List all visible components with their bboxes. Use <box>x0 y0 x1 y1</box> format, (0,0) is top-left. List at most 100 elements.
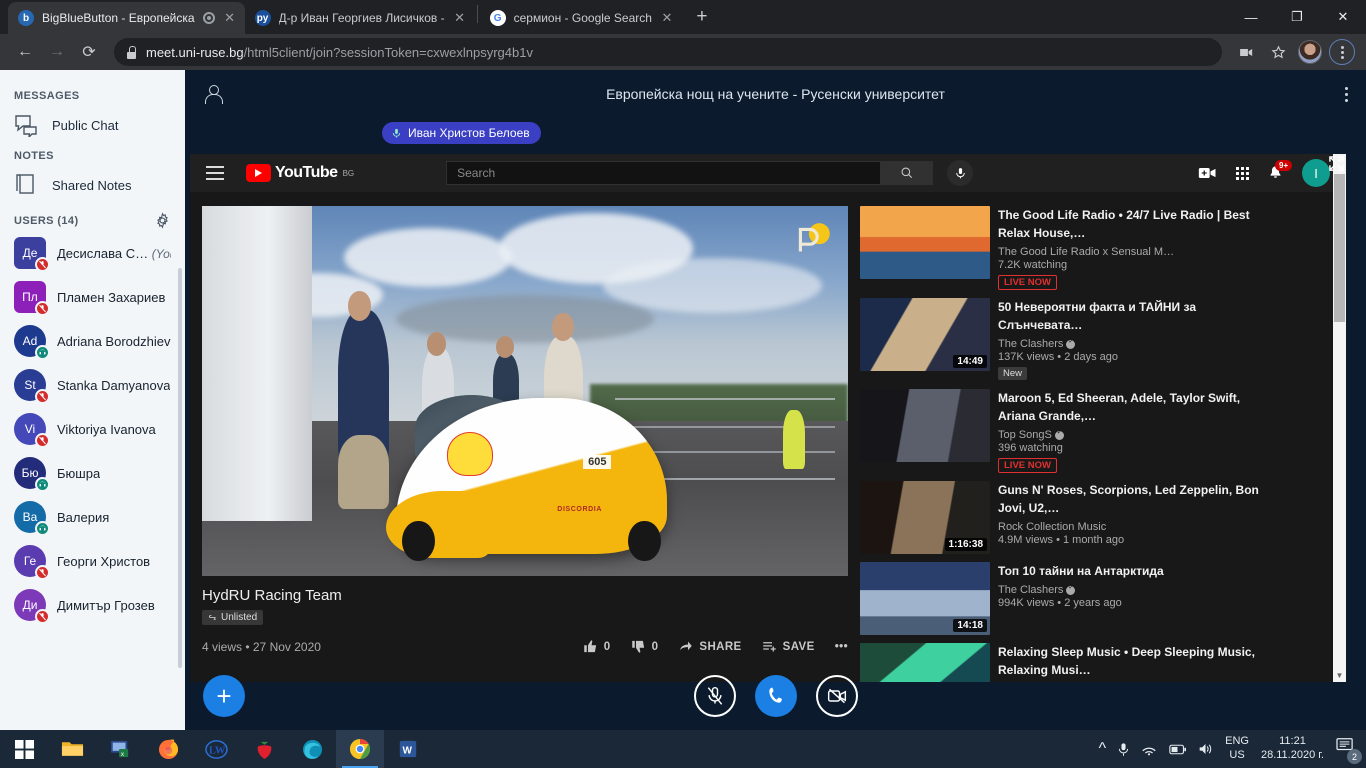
users-scrollbar[interactable] <box>178 268 182 668</box>
list-item[interactable]: 14:49 50 Невероятни факта и ТАЙНИ за Слъ… <box>860 298 1270 381</box>
muted-badge-icon <box>35 609 50 624</box>
recommendation-stats: 7.2K watching <box>998 259 1270 271</box>
list-item[interactable]: Ва Валерия <box>0 495 185 539</box>
list-item[interactable]: 14:18 Топ 10 тайни на Антарктида The Cla… <box>860 562 1270 635</box>
hamburger-menu-icon[interactable] <box>206 166 224 180</box>
recommendation-info: Maroon 5, Ed Sheeran, Adele, Taylor Swif… <box>998 389 1270 473</box>
strawberry-app-button[interactable] <box>240 730 288 768</box>
close-tab-icon[interactable]: ✕ <box>223 10 237 26</box>
notification-count-badge: 2 <box>1347 749 1362 764</box>
bbb-sidebar: MESSAGES Public Chat NOTES Shared Notes … <box>0 70 185 730</box>
video-thumbnail[interactable]: 14:49 <box>860 298 990 371</box>
presentation-stage: Европейска нощ на учените - Русенски уни… <box>185 70 1366 730</box>
list-item[interactable]: Ди Димитър Грозев <box>0 583 185 627</box>
mute-microphone-button[interactable] <box>694 675 736 717</box>
share-camera-button[interactable] <box>816 675 858 717</box>
sidebar-item-public-chat[interactable]: Public Chat <box>0 106 185 144</box>
close-tab-icon[interactable]: ✕ <box>453 10 467 26</box>
voice-search-button[interactable] <box>947 160 973 186</box>
address-bar[interactable]: meet.uni-ruse.bg/html5client/join?sessio… <box>114 38 1222 66</box>
list-item[interactable]: Де Десислава С… (You) <box>0 231 185 275</box>
browser-tab-lisichkov[interactable]: ру Д-р Иван Георгиев Лисичков - ✕ <box>245 2 475 34</box>
microphone-icon <box>954 167 967 180</box>
bookmark-star-icon[interactable] <box>1264 38 1292 66</box>
account-avatar[interactable]: I <box>1302 159 1330 187</box>
maximize-button[interactable]: ❐ <box>1274 0 1320 34</box>
profile-avatar[interactable] <box>1296 38 1324 66</box>
lw-icon: LW <box>205 739 228 760</box>
browser-menu-button[interactable] <box>1328 38 1356 66</box>
like-button[interactable]: 0 <box>583 639 611 654</box>
more-actions-button[interactable]: ••• <box>835 641 848 653</box>
search-button[interactable] <box>881 161 933 185</box>
screenshare-scrollbar[interactable]: ▼ <box>1333 154 1346 682</box>
tab-title: сермион - Google Search <box>514 11 652 25</box>
video-duration: 1:16:38 <box>945 538 987 551</box>
dislike-button[interactable]: 0 <box>631 639 659 654</box>
list-item[interactable]: Vi Viktoriya Ivanova <box>0 407 185 451</box>
word-button[interactable]: W <box>384 730 432 768</box>
share-button[interactable]: SHARE <box>678 639 741 654</box>
windows-logo-icon <box>15 740 34 759</box>
save-button[interactable]: SAVE <box>762 639 815 654</box>
volume-icon[interactable] <box>1198 742 1213 756</box>
leave-audio-button[interactable] <box>755 675 797 717</box>
youtube-logo[interactable]: YouTube BG <box>246 164 354 182</box>
list-item[interactable]: Maroon 5, Ed Sheeran, Adele, Taylor Swif… <box>860 389 1270 473</box>
video-thumbnail[interactable]: 14:18 <box>860 562 990 635</box>
video-meta-row: 4 views • 27 Nov 2020 0 0 <box>202 639 848 654</box>
shell-logo-icon <box>447 432 492 476</box>
scrollbar-thumb[interactable] <box>1334 174 1345 322</box>
close-window-button[interactable]: ✕ <box>1320 0 1366 34</box>
gear-icon[interactable] <box>154 212 171 229</box>
video-thumbnail[interactable] <box>860 389 990 462</box>
firefox-button[interactable] <box>144 730 192 768</box>
language-indicator[interactable]: ENGUS <box>1225 735 1249 763</box>
wifi-icon[interactable] <box>1141 742 1157 756</box>
stage-options-button[interactable] <box>1345 87 1348 102</box>
clock[interactable]: 11:2128.11.2020 г. <box>1261 735 1324 763</box>
avatar: Бю <box>14 457 46 489</box>
verified-icon <box>1066 340 1075 349</box>
list-item[interactable]: Ad Adriana Borodzhieva <box>0 319 185 363</box>
notifications-bell-icon[interactable]: 9+ <box>1267 165 1284 182</box>
uni-ruse-favicon-icon: ру <box>255 10 271 26</box>
video-thumbnail[interactable]: 1:16:38 <box>860 481 990 554</box>
toolbar-icons <box>1232 38 1356 66</box>
close-tab-icon[interactable]: ✕ <box>660 10 674 26</box>
show-hidden-icons-button[interactable]: ^ <box>1099 740 1107 758</box>
browser-tab-bigbluebutton[interactable]: b BigBlueButton - Европейска ✕ <box>8 2 245 34</box>
list-item[interactable]: Ге Георги Христов <box>0 539 185 583</box>
excel-shortcut-button[interactable]: x <box>96 730 144 768</box>
start-button[interactable] <box>0 730 48 768</box>
back-button[interactable]: ← <box>10 37 40 67</box>
sidebar-item-shared-notes[interactable]: Shared Notes <box>0 166 185 204</box>
browser-tab-google-search[interactable]: G сермион - Google Search ✕ <box>480 2 682 34</box>
search-input[interactable]: Search <box>446 161 881 185</box>
microphone-tray-icon[interactable] <box>1118 742 1129 757</box>
list-item[interactable]: Пл Пламен Захариев <box>0 275 185 319</box>
chrome-button[interactable] <box>336 730 384 768</box>
video-thumbnail[interactable] <box>860 206 990 279</box>
user-name: Viktoriya Ivanova <box>57 422 156 437</box>
list-item[interactable]: Бю Бюшра <box>0 451 185 495</box>
screen-share-icon[interactable] <box>1232 38 1260 66</box>
list-item[interactable]: 1:16:38 Guns N' Roses, Scorpions, Led Ze… <box>860 481 1270 554</box>
forward-button[interactable]: → <box>42 37 72 67</box>
create-video-icon[interactable] <box>1198 165 1218 181</box>
file-explorer-button[interactable] <box>48 730 96 768</box>
minimize-button[interactable]: — <box>1228 0 1274 34</box>
notifications-button[interactable]: 2 <box>1336 737 1360 761</box>
battery-icon[interactable] <box>1169 744 1186 755</box>
reload-button[interactable]: ⟳ <box>74 37 104 67</box>
add-content-button[interactable]: + <box>203 675 245 717</box>
lw-app-button[interactable]: LW <box>192 730 240 768</box>
list-item[interactable]: St Stanka Damyanova <box>0 363 185 407</box>
apps-grid-icon[interactable] <box>1236 167 1249 180</box>
recommendation-stats: 396 watching <box>998 442 1270 454</box>
fullscreen-expand-icon[interactable] <box>1329 156 1344 171</box>
new-tab-button[interactable]: + <box>688 3 716 31</box>
video-player[interactable]: 605 DISCORDIA <box>202 206 848 576</box>
list-item[interactable]: The Good Life Radio • 24/7 Live Radio | … <box>860 206 1270 290</box>
edge-button[interactable] <box>288 730 336 768</box>
